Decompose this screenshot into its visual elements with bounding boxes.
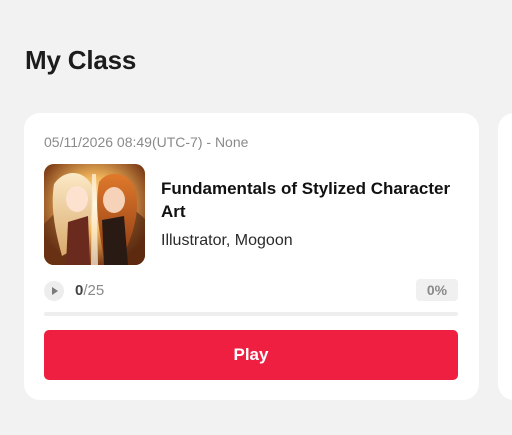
my-class-page: My Class 05/11/2026 08:49(UTC-7) - None <box>0 0 512 435</box>
lesson-count: 0/25 <box>75 282 104 299</box>
lessons-total: /25 <box>83 282 105 299</box>
progress-percent-badge: 0% <box>416 279 458 301</box>
class-thumbnail[interactable] <box>44 164 145 265</box>
class-timestamp: 05/11/2026 08:49(UTC-7) - None <box>44 134 249 150</box>
play-icon <box>44 281 64 301</box>
play-button[interactable]: Play <box>44 330 458 380</box>
progress-bar <box>44 312 458 316</box>
class-author: Illustrator, Mogoon <box>161 232 293 249</box>
class-card: 05/11/2026 08:49(UTC-7) - None Fundament… <box>24 113 479 400</box>
page-title: My Class <box>25 45 137 75</box>
next-class-card[interactable] <box>498 113 512 400</box>
class-thumbnail-art <box>44 164 145 265</box>
class-title[interactable]: Fundamentals of Stylized Character Art <box>161 177 461 223</box>
